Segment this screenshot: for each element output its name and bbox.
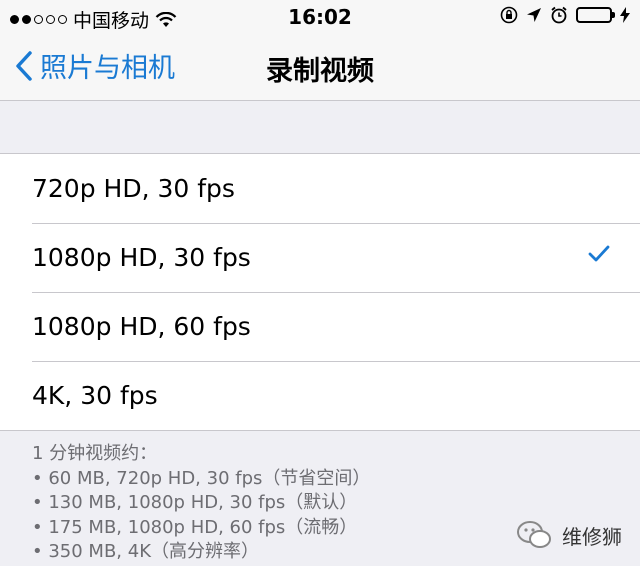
footnote-line: • 130 MB, 1080p HD, 30 fps（默认） <box>32 492 358 513</box>
status-bar: 中国移动 16:02 <box>0 0 640 34</box>
battery-icon <box>576 7 615 23</box>
watermark-text: 维修狮 <box>562 524 622 549</box>
option-1080p-60[interactable]: 1080p HD, 60 fps <box>0 292 640 361</box>
wechat-logo-icon <box>517 521 551 548</box>
lock-rotation-icon <box>500 6 518 24</box>
watermark: 维修狮 <box>516 520 622 550</box>
location-icon <box>527 8 541 22</box>
option-1080p-30[interactable]: 1080p HD, 30 fps <box>0 223 640 292</box>
status-right <box>500 6 630 24</box>
page-title: 录制视频 <box>266 56 374 87</box>
footnote-line: • 60 MB, 720p HD, 30 fps（节省空间） <box>32 467 371 489</box>
navigation-bar: 照片与相机 录制视频 <box>0 34 640 101</box>
option-label: 1080p HD, 60 fps <box>32 312 251 341</box>
checkmark-icon <box>588 245 610 262</box>
footnote-heading: 1 分钟视频约： <box>32 443 158 464</box>
alarm-icon <box>551 6 567 24</box>
option-4k-30[interactable]: 4K, 30 fps <box>0 361 640 430</box>
option-label: 720p HD, 30 fps <box>32 174 235 203</box>
option-label: 1080p HD, 30 fps <box>32 243 251 272</box>
option-720p-30[interactable]: 720p HD, 30 fps <box>0 154 640 223</box>
option-label: 4K, 30 fps <box>32 381 158 410</box>
charging-icon <box>620 7 630 23</box>
video-format-list: 720p HD, 30 fps 1080p HD, 30 fps 1080p H… <box>0 153 640 431</box>
